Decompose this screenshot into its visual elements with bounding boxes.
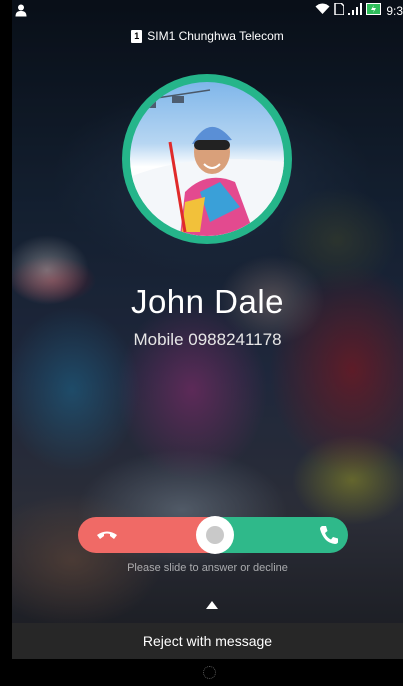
person-icon (15, 4, 29, 18)
slider-knob[interactable] (196, 516, 234, 554)
slide-hint: Please slide to answer or decline (127, 562, 288, 574)
incoming-call-screen: 9:3 1 SIM1 Chunghwa Telecom John Dale Mo… (12, 0, 403, 686)
caller-number: Mobile 0988241178 (133, 330, 282, 349)
caller-name: John Dale (130, 283, 285, 320)
loading-icon (203, 666, 216, 679)
sim-badge: 1 (131, 29, 143, 43)
battery-icon (366, 3, 382, 18)
reject-with-message-button[interactable]: Reject with message (12, 623, 403, 659)
signal-icon (348, 3, 363, 18)
carrier-line: 1 SIM1 Chunghwa Telecom (12, 29, 403, 43)
navigation-bar (12, 659, 403, 686)
status-icons: 9:3 (315, 2, 403, 18)
hang-up-icon (96, 526, 118, 544)
status-time: 9:3 (386, 3, 403, 18)
carrier-label: SIM1 Chunghwa Telecom (147, 29, 284, 43)
avatar-photo (130, 82, 284, 236)
phone-icon (318, 524, 340, 546)
arrow-up-icon[interactable] (206, 601, 218, 609)
reject-label: Reject with message (142, 633, 273, 649)
wifi-icon (315, 3, 330, 18)
status-bar: 9:3 (12, 0, 403, 22)
decline-zone[interactable] (78, 517, 213, 553)
slider-knob-center (206, 526, 224, 544)
caller-avatar (122, 74, 292, 244)
sim-card-icon (334, 2, 346, 18)
